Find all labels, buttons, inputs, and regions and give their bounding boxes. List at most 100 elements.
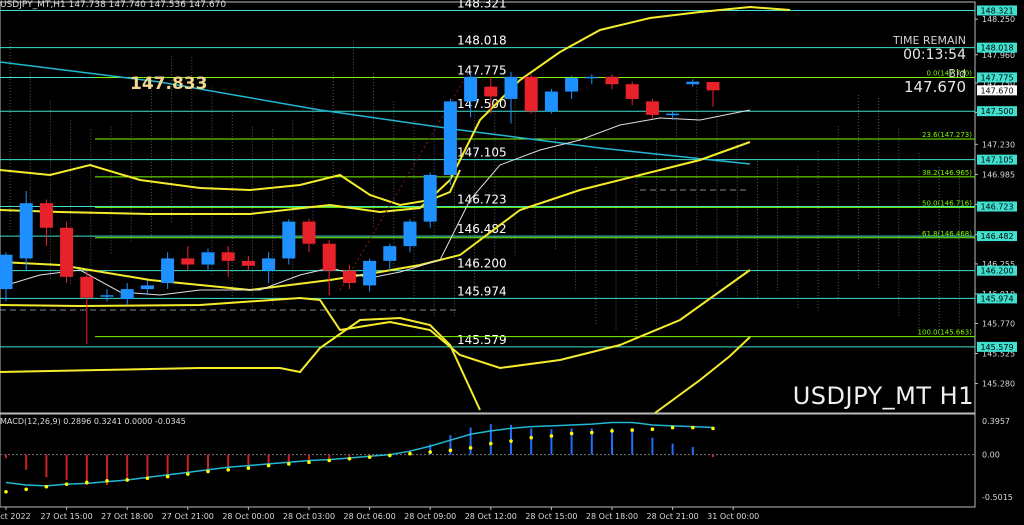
envelope-band-line	[654, 336, 751, 414]
macd-signal-dot	[266, 463, 271, 468]
candle-body	[464, 76, 478, 102]
time-tick-label: 27 Oct 18:00	[101, 512, 153, 521]
macd-signal-dot	[206, 469, 210, 474]
candle-body	[282, 221, 296, 259]
macd-signal-dot	[670, 425, 675, 430]
macd-signal-dot	[650, 427, 655, 432]
price-badge-label: 145.974	[980, 294, 1013, 303]
time-tick-label: 28 Oct 15:00	[525, 512, 577, 521]
time-tick-label: 28 Oct 21:00	[647, 512, 699, 521]
time-remain-value: 00:13:54	[903, 47, 966, 63]
fib-label: 38.2(146.965)	[922, 169, 972, 177]
candle-body	[423, 174, 437, 222]
candle-body	[181, 258, 195, 265]
candle-body	[363, 260, 377, 286]
candle-body	[120, 289, 134, 299]
time-tick-label: 27 Oct 15:00	[41, 512, 93, 521]
macd-signal-dot	[327, 458, 332, 463]
macd-signal-dot	[428, 450, 433, 454]
macd-tick-label: 0.3957	[982, 417, 1010, 426]
price-badge-label: 147.775	[980, 73, 1013, 82]
candle-body	[544, 91, 558, 112]
candle-body	[322, 243, 336, 271]
fib-label: 23.6(147.273)	[922, 131, 972, 139]
macd-tick-label: 0.00	[982, 451, 1000, 460]
macd-signal-dot	[64, 482, 69, 486]
price-badge-label: 146.200	[980, 267, 1013, 276]
candle-body	[302, 221, 316, 244]
candle-body	[80, 276, 94, 298]
time-tick-label: 28 Oct 00:00	[222, 512, 274, 521]
macd-signal-dot	[44, 484, 49, 489]
candle-body	[605, 76, 619, 85]
macd-signal-dot	[489, 441, 493, 446]
candle-body	[39, 203, 53, 228]
time-tick-label: 28 Oct 12:00	[465, 512, 517, 521]
macd-signal-dot	[307, 460, 311, 464]
macd-signal-dot	[367, 455, 372, 459]
time-tick-label: 31 Oct 00:00	[707, 512, 759, 521]
envelope-band-line	[0, 5, 791, 215]
macd-signal-dot	[590, 430, 594, 435]
envelope-band-line	[0, 163, 461, 207]
candle-body	[0, 254, 13, 290]
candle-body	[585, 76, 599, 79]
symbol-timeframe-label: USDJPY_MT H1	[792, 382, 974, 410]
chart-window[interactable]: 148.321 148.018 147.775 147.500 147.105 146.7…	[0, 0, 1024, 525]
macd-signal-dot	[347, 457, 352, 461]
level-label: 146.200	[457, 257, 507, 271]
price-badge-label: 146.482	[980, 232, 1013, 241]
price-badge-label: 147.500	[980, 107, 1013, 116]
price-tick-label: 145.280	[982, 380, 1015, 389]
price-badge-label: 147.105	[980, 156, 1013, 165]
candle-body	[100, 295, 114, 297]
macd-signal-dot	[529, 435, 533, 440]
level-label: 148.018	[457, 34, 507, 48]
candle-body	[383, 246, 397, 261]
chart-header: USDJPY_MT,H1 147.738 147.740 147.536 147…	[0, 0, 227, 10]
macd-signal-dot	[24, 487, 29, 492]
macd-panel-frame	[0, 413, 976, 508]
level-label: 146.482	[457, 222, 507, 236]
candle-body	[484, 86, 498, 97]
macd-signal-dot	[287, 462, 291, 466]
bid-value: 147.670	[903, 78, 966, 96]
candle-body	[19, 203, 33, 259]
level-label: 145.579	[457, 333, 507, 347]
macd-signal-dot	[610, 429, 614, 433]
level-label: 147.775	[457, 63, 507, 77]
macd-signal-dot	[4, 489, 8, 494]
level-label: 148.321	[457, 0, 507, 10]
macd-signal-dot	[186, 472, 190, 476]
macd-signal-dot	[468, 446, 473, 450]
candle-body	[201, 252, 215, 265]
candle-body	[262, 258, 276, 271]
macd-signal-dot	[85, 480, 89, 485]
candle-body	[666, 113, 680, 116]
level-label: 146.723	[457, 193, 507, 207]
envelope-band-line	[0, 316, 481, 411]
candle-body	[565, 78, 579, 92]
fib-label: 100.0(145.663)	[918, 329, 973, 337]
price-badge-label: 147.670	[980, 86, 1013, 95]
price-tick-label: 147.230	[982, 140, 1015, 149]
time-tick-label: 28 Oct 06:00	[344, 512, 396, 521]
candle-body	[443, 101, 457, 175]
price-badge-label: 148.321	[980, 6, 1013, 15]
macd-signal-dot	[711, 426, 715, 431]
candle-body	[625, 84, 639, 99]
candle-body	[342, 270, 356, 283]
time-remain-label: TIME REMAIN	[893, 34, 966, 47]
time-tick-label: 28 Oct 18:00	[586, 512, 638, 521]
candle-body	[161, 258, 175, 283]
candle-body	[403, 221, 417, 247]
macd-signal-dot	[388, 453, 392, 458]
candle-body	[645, 101, 659, 115]
macd-signal-dot	[165, 474, 170, 479]
candle-body	[706, 81, 720, 91]
price-tick-label: 148.250	[982, 15, 1015, 24]
candle-body	[241, 260, 255, 266]
time-tick-label: 27 Oct 21:00	[162, 512, 214, 521]
candle-body	[60, 227, 74, 277]
macd-signal-dot	[549, 434, 554, 438]
